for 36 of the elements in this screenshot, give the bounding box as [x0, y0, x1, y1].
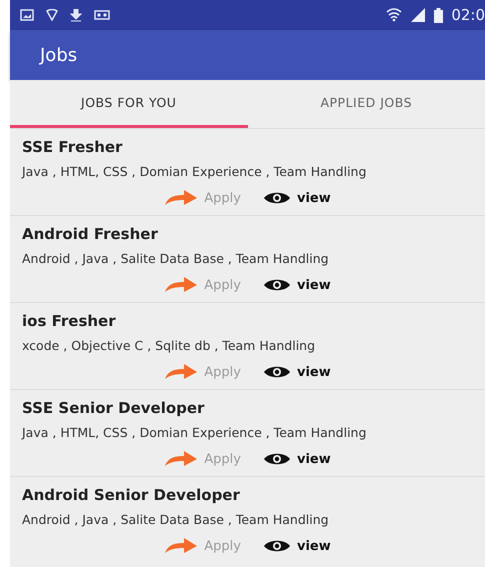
arrow-icon: [164, 190, 198, 206]
job-skills: Java , HTML, CSS , Domian Experience , Team Handling: [22, 164, 368, 179]
tab[interactable]: JOBS FOR YOU: [10, 80, 248, 128]
view-button[interactable]: view: [262, 364, 331, 380]
job-skills: Android , Java , Salite Data Base , Team Handling: [22, 512, 330, 527]
eye-icon: [262, 452, 291, 466]
view-button[interactable]: view: [262, 538, 331, 554]
view-button[interactable]: view: [262, 278, 331, 292]
shield-icon: [46, 9, 58, 21]
arrow-icon: [164, 451, 198, 467]
job-title: ios Fresher: [22, 312, 117, 330]
image-icon: [20, 9, 34, 21]
job-title: SSE Fresher: [22, 138, 124, 156]
eye-icon: [262, 191, 291, 205]
arrow-icon: [164, 277, 198, 293]
arrow-icon: [164, 364, 198, 380]
battery-icon: [434, 8, 444, 22]
eye-icon: [262, 278, 291, 292]
job-skills: xcode , Objective C , Sqlite db , Team Handling: [22, 338, 316, 353]
tab[interactable]: APPLIED JOBS: [248, 80, 485, 128]
arrow-icon: [164, 538, 198, 554]
eye-icon: [262, 539, 291, 553]
job-title: Android Senior Developer: [22, 486, 241, 504]
app-title: Jobs: [40, 44, 78, 66]
download-icon: [70, 8, 82, 22]
view-button[interactable]: view: [262, 452, 331, 466]
voicemail-icon: [94, 10, 110, 20]
job-skills: Android , Java , Salite Data Base , Team Handling: [22, 251, 330, 266]
eye-icon: [262, 365, 291, 379]
job-skills: Java , HTML, CSS , Domian Experience , Team Handling: [22, 425, 368, 440]
job-title: SSE Senior Developer: [22, 399, 206, 417]
wifi-icon: [386, 8, 402, 22]
status-time: 02:0: [451, 6, 485, 24]
view-button[interactable]: view: [262, 190, 331, 206]
job-title: Android Fresher: [22, 225, 159, 243]
signal-icon: [410, 8, 426, 22]
